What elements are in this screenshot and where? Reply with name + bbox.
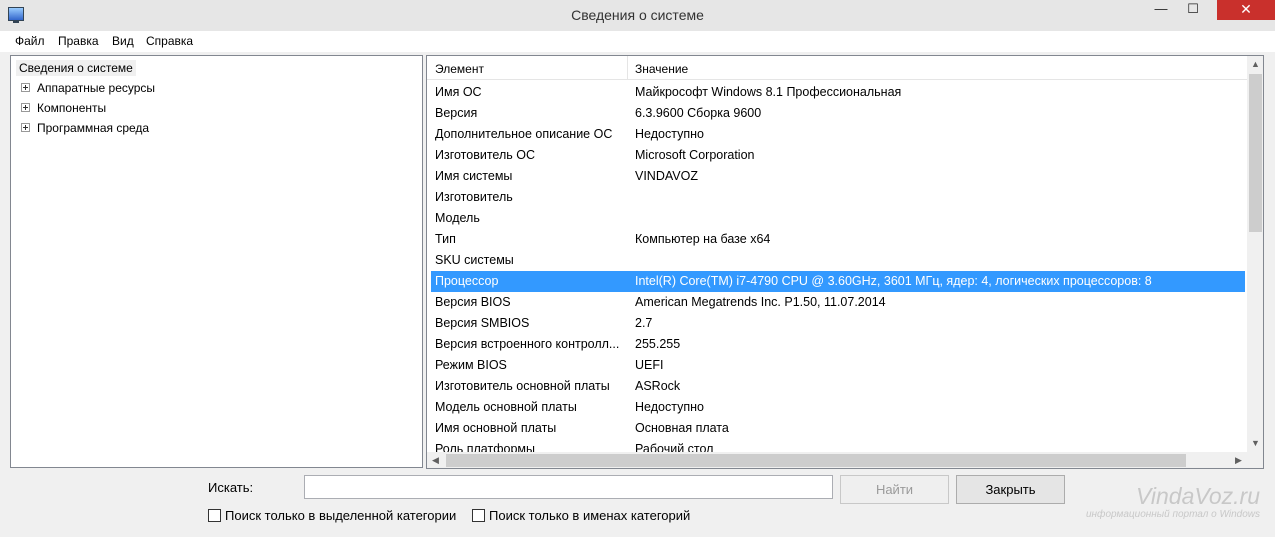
row-value: Intel(R) Core(TM) i7-4790 CPU @ 3.60GHz,… bbox=[635, 274, 1152, 288]
row-value: Недоступно bbox=[635, 127, 704, 141]
window-title: Сведения о системе bbox=[571, 7, 704, 23]
scroll-right-arrow-icon[interactable]: ▶ bbox=[1230, 452, 1247, 468]
row-value: UEFI bbox=[635, 358, 664, 372]
find-button[interactable]: Найти bbox=[840, 475, 949, 504]
watermark: VindaVoz.ru информационный портал о Wind… bbox=[1060, 483, 1260, 521]
menu-view[interactable]: Вид bbox=[112, 34, 134, 48]
row-element: Изготовитель bbox=[435, 190, 513, 204]
table-row[interactable]: Версия 6.3.9600 Сборка 9600 bbox=[431, 103, 1245, 124]
expand-plus-icon[interactable] bbox=[21, 123, 30, 132]
row-element: Процессор bbox=[435, 274, 499, 288]
table-row[interactable]: Дополнительное описание ОС Недоступно bbox=[431, 124, 1245, 145]
minimize-button[interactable]: — bbox=[1148, 0, 1174, 20]
details-list[interactable]: Элемент Значение Имя ОС Майкрософт Window… bbox=[426, 55, 1264, 469]
row-element: Модель основной платы bbox=[435, 400, 577, 414]
checkbox-box[interactable] bbox=[472, 509, 485, 522]
column-header-value[interactable]: Значение bbox=[635, 62, 688, 76]
row-value: 255.255 bbox=[635, 337, 681, 351]
search-label: Искать: bbox=[208, 480, 254, 495]
horizontal-scrollbar[interactable]: ◀ ▶ bbox=[427, 452, 1263, 468]
row-value: Основная плата bbox=[635, 421, 729, 435]
table-row[interactable]: Имя основной платы Основная плата bbox=[431, 418, 1245, 439]
row-value: VINDAVOZ bbox=[635, 169, 698, 183]
table-row[interactable]: Режим BIOS UEFI bbox=[431, 355, 1245, 376]
row-value: American Megatrends Inc. P1.50, 11.07.20… bbox=[635, 295, 886, 309]
expand-plus-icon[interactable] bbox=[21, 103, 30, 112]
list-header: Элемент Значение bbox=[427, 56, 1247, 80]
scroll-left-arrow-icon[interactable]: ◀ bbox=[427, 452, 444, 468]
row-element: Модель bbox=[435, 211, 480, 225]
table-row[interactable]: Версия BIOS American Megatrends Inc. P1.5… bbox=[431, 292, 1245, 313]
menu-file[interactable]: Файл bbox=[15, 34, 45, 48]
row-element: Имя системы bbox=[435, 169, 513, 183]
close-window-button[interactable]: ✕ bbox=[1217, 0, 1275, 20]
tree-item-components[interactable]: Компоненты bbox=[37, 100, 106, 116]
menu-help[interactable]: Справка bbox=[146, 34, 193, 48]
row-element: Режим BIOS bbox=[435, 358, 507, 372]
search-input[interactable] bbox=[304, 475, 833, 499]
row-element: Имя основной платы bbox=[435, 421, 557, 435]
tree-item-hardware-resources[interactable]: Аппаратные ресурсы bbox=[37, 80, 155, 96]
table-row[interactable]: Модель основной платы Недоступно bbox=[431, 397, 1245, 418]
table-row[interactable]: Имя ОС Майкрософт Windows 8.1 Профессиона… bbox=[431, 82, 1245, 103]
table-row[interactable]: Изготовитель bbox=[431, 187, 1245, 208]
table-row-selected[interactable]: Процессор Intel(R) Core(TM) i7-4790 CPU @… bbox=[431, 271, 1245, 292]
title-bar: Сведения о системе — ☐ ✕ bbox=[0, 0, 1275, 31]
menu-edit[interactable]: Правка bbox=[58, 34, 99, 48]
scrollbar-corner bbox=[1247, 452, 1263, 468]
row-element: Тип bbox=[435, 232, 456, 246]
watermark-site: VindaVoz.ru bbox=[1135, 483, 1260, 509]
row-element: SKU системы bbox=[435, 253, 514, 267]
expand-plus-icon[interactable] bbox=[21, 83, 30, 92]
row-element: Версия bbox=[435, 106, 478, 120]
table-row[interactable]: Имя системы VINDAVOZ bbox=[431, 166, 1245, 187]
column-header-element[interactable]: Элемент bbox=[435, 62, 484, 76]
scroll-down-arrow-icon[interactable]: ▼ bbox=[1247, 435, 1263, 452]
checkbox-box[interactable] bbox=[208, 509, 221, 522]
table-row[interactable]: SKU системы bbox=[431, 250, 1245, 271]
row-value: Microsoft Corporation bbox=[635, 148, 755, 162]
row-value: ASRock bbox=[635, 379, 681, 393]
row-element: Изготовитель ОС bbox=[435, 148, 535, 162]
close-button[interactable]: Закрыть bbox=[956, 475, 1065, 504]
row-element: Версия SMBIOS bbox=[435, 316, 530, 330]
row-value: Майкрософт Windows 8.1 Профессиональная bbox=[635, 85, 902, 99]
row-value: Недоступно bbox=[635, 400, 704, 414]
scroll-up-arrow-icon[interactable]: ▲ bbox=[1247, 56, 1263, 73]
row-element: Версия BIOS bbox=[435, 295, 511, 309]
table-row[interactable]: Версия SMBIOS 2.7 bbox=[431, 313, 1245, 334]
table-row[interactable]: Версия встроенного контролл... 255.255 bbox=[431, 334, 1245, 355]
row-element: Дополнительное описание ОС bbox=[435, 127, 613, 141]
row-element: Версия встроенного контролл... bbox=[435, 337, 620, 351]
table-row[interactable]: Изготовитель основной платы ASRock bbox=[431, 376, 1245, 397]
table-row[interactable]: Модель bbox=[431, 208, 1245, 229]
table-row[interactable]: Тип Компьютер на базе x64 bbox=[431, 229, 1245, 250]
tree-item-software-environment[interactable]: Программная среда bbox=[37, 120, 149, 136]
horizontal-scroll-thumb[interactable] bbox=[446, 454, 1186, 467]
row-value: Компьютер на базе x64 bbox=[635, 232, 771, 246]
row-element: Изготовитель основной платы bbox=[435, 379, 610, 393]
row-value: 2.7 bbox=[635, 316, 653, 330]
watermark-tagline: информационный портал о Windows bbox=[1085, 509, 1260, 520]
table-row[interactable]: Изготовитель ОС Microsoft Corporation bbox=[431, 145, 1245, 166]
checkbox-label[interactable]: Поиск только в выделенной категории bbox=[225, 508, 456, 524]
vertical-scroll-thumb[interactable] bbox=[1249, 74, 1262, 232]
checkbox-label[interactable]: Поиск только в именах категорий bbox=[489, 508, 690, 524]
maximize-button[interactable]: ☐ bbox=[1180, 0, 1206, 20]
category-tree[interactable]: Сведения о системе Аппаратные ресурсы Ко… bbox=[10, 55, 423, 468]
column-separator[interactable] bbox=[627, 56, 628, 80]
menu-bar: Файл Правка Вид Справка bbox=[0, 31, 1275, 52]
tree-item-system-summary[interactable]: Сведения о системе bbox=[16, 60, 136, 76]
row-element: Имя ОС bbox=[435, 85, 482, 99]
vertical-scrollbar[interactable]: ▲ ▼ bbox=[1247, 56, 1263, 452]
row-value: 6.3.9600 Сборка 9600 bbox=[635, 106, 762, 120]
